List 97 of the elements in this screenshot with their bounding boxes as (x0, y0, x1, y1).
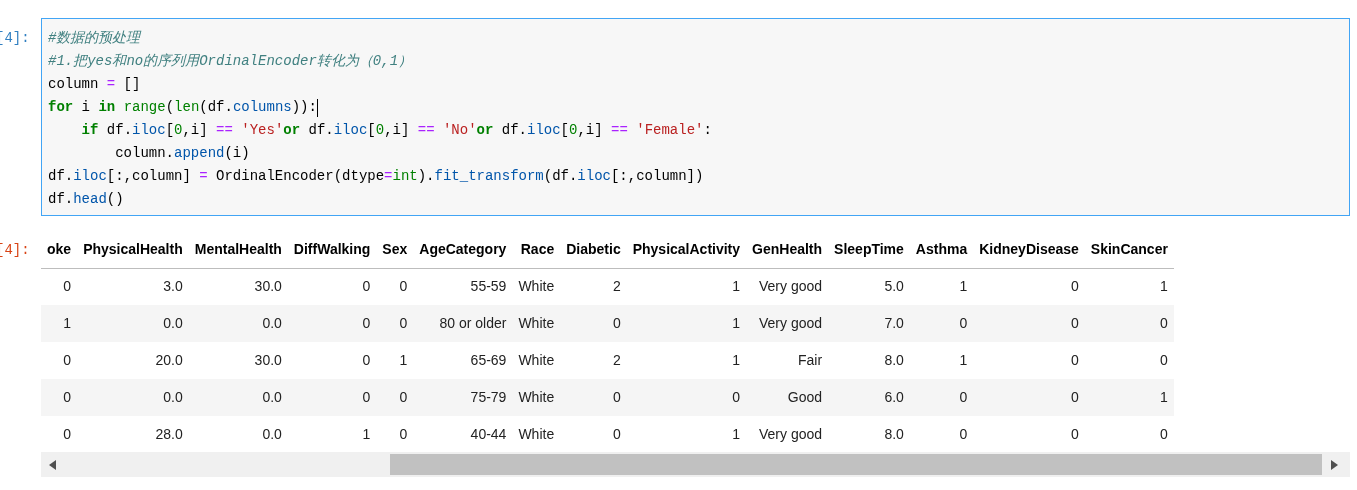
column-header: Race (512, 232, 561, 268)
table-cell: 0.0 (77, 379, 189, 416)
table-cell: 65-69 (413, 342, 513, 379)
table-cell: 0 (560, 379, 627, 416)
table-cell: 8.0 (828, 416, 910, 452)
scroll-left-icon[interactable] (49, 459, 56, 470)
table-cell: 0 (626, 379, 747, 416)
table-cell: Very good (746, 416, 829, 452)
code-editor[interactable] (41, 18, 1350, 216)
table-cell: 5.0 (828, 268, 910, 305)
table-cell: Fair (746, 342, 829, 379)
table-cell: 0 (1084, 342, 1174, 379)
table-cell: White (512, 342, 561, 379)
table-cell: 1 (626, 268, 747, 305)
table-cell: Good (746, 379, 829, 416)
table-cell: 0 (1084, 305, 1174, 342)
table-cell: 6.0 (828, 379, 910, 416)
table-cell: 0 (287, 379, 377, 416)
table-cell: 1 (626, 305, 747, 342)
code-line: df.head() (48, 190, 124, 209)
table-cell: 0.0 (77, 305, 189, 342)
table-cell: 2 (560, 342, 627, 379)
table-cell: 1 (1084, 268, 1174, 305)
table-cell: 7.0 (828, 305, 910, 342)
table-cell: 0 (909, 416, 974, 452)
column-header: DiffWalking (287, 232, 377, 268)
table-cell: 0 (41, 379, 78, 416)
column-header: Diabetic (560, 232, 627, 268)
table-cell: 1 (626, 342, 747, 379)
table-cell: 0.0 (188, 305, 288, 342)
table-cell: 0 (287, 268, 377, 305)
table-cell: White (512, 305, 561, 342)
table-cell: 80 or older (413, 305, 513, 342)
table-cell: White (512, 268, 561, 305)
code-line: if df.iloc[0,i] == 'Yes'or df.iloc[0,i] == 'No'or df.iloc[0,i] == 'Female': (80, 121, 712, 140)
column-header: SleepTime (828, 232, 910, 268)
code-line: df.iloc[:,column] = OrdinalEncoder(dtype=int).fit_transform(df.iloc[:,column]) (48, 167, 704, 186)
table-cell: 0 (41, 416, 78, 452)
table-cell: 1 (287, 416, 377, 452)
column-header: SkinCancer (1084, 232, 1174, 268)
code-line: column = [] (48, 75, 141, 94)
table-cell: 1 (909, 342, 974, 379)
table-cell: 0 (909, 379, 974, 416)
column-header: KidneyDisease (973, 232, 1085, 268)
column-header: Sex (376, 232, 414, 268)
table-cell: 75-79 (413, 379, 513, 416)
table-cell: Very good (746, 305, 829, 342)
table-cell: 1 (1084, 379, 1174, 416)
column-header: AgeCategory (413, 232, 513, 268)
table-cell: 0 (973, 268, 1085, 305)
table-cell: 0 (376, 379, 414, 416)
code-line: #数据的预处理 (48, 29, 141, 48)
table-cell: 0 (1084, 416, 1174, 452)
table-cell: 40-44 (413, 416, 513, 452)
table-cell: 2 (560, 268, 627, 305)
column-header: Asthma (909, 232, 974, 268)
table-cell: 55-59 (413, 268, 513, 305)
column-header: PhysicalActivity (626, 232, 747, 268)
table-cell: White (512, 416, 561, 452)
table-cell: 0 (41, 342, 78, 379)
table-cell: 1 (909, 268, 974, 305)
column-header: oke (41, 232, 78, 268)
table-cell: 30.0 (188, 268, 288, 305)
scroll-right-icon[interactable] (1331, 459, 1338, 470)
scrollbar-thumb[interactable] (390, 454, 1322, 475)
table-cell: 0 (973, 379, 1085, 416)
table-cell: 0 (376, 305, 414, 342)
horizontal-scrollbar[interactable] (41, 452, 1350, 477)
table-cell: 0 (376, 268, 414, 305)
table-cell: Very good (746, 268, 829, 305)
table-cell: 1 (41, 305, 78, 342)
code-line: column.append(i) (114, 144, 250, 163)
table-cell: White (512, 379, 561, 416)
table-cell: 0.0 (188, 416, 288, 452)
table-cell: 8.0 (828, 342, 910, 379)
table-cell: 28.0 (77, 416, 189, 452)
table-cell: 1 (626, 416, 747, 452)
column-header: PhysicalHealth (77, 232, 189, 268)
table-cell: 0 (560, 305, 627, 342)
code-line: #1.把yes和no的序列用OrdinalEncoder转化为（0,1） (48, 52, 413, 71)
table-cell: 30.0 (188, 342, 288, 379)
table-cell: 1 (376, 342, 414, 379)
code-line: for i in range(len(df.columns)): (48, 98, 317, 117)
table-cell: 0 (41, 268, 78, 305)
column-header: MentalHealth (188, 232, 288, 268)
table-cell: 3.0 (77, 268, 189, 305)
table-cell: 0 (973, 342, 1085, 379)
table-cell: 0 (376, 416, 414, 452)
table-cell: 0 (909, 305, 974, 342)
table-cell: 0 (973, 305, 1085, 342)
table-cell: 0 (287, 342, 377, 379)
table-cell: 20.0 (77, 342, 189, 379)
table-cell: 0 (560, 416, 627, 452)
table-cell: 0 (287, 305, 377, 342)
table-cell: 0 (973, 416, 1085, 452)
column-header: GenHealth (746, 232, 829, 268)
table-cell: 0.0 (188, 379, 288, 416)
